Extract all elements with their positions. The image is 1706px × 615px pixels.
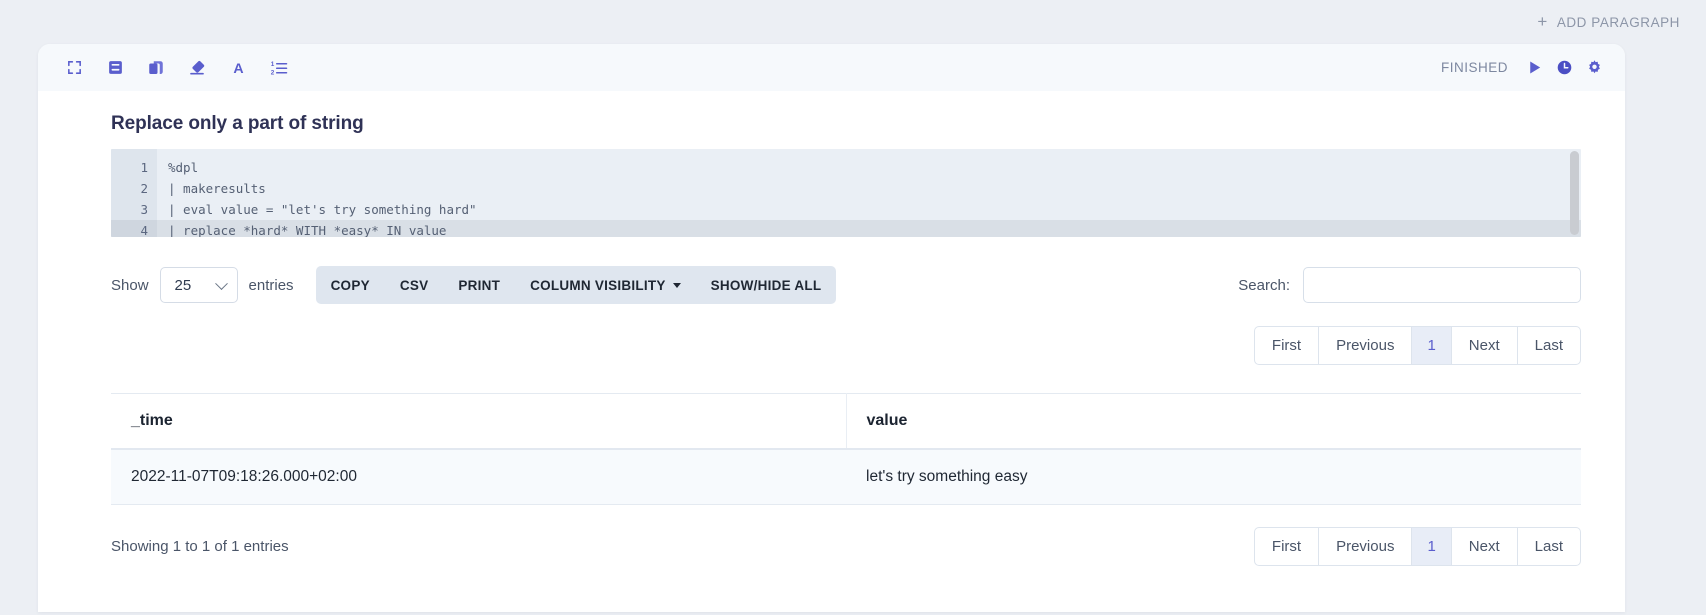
page-title: Replace only a part of string	[111, 113, 364, 134]
clock-icon[interactable]	[1556, 59, 1573, 76]
column-visibility-button[interactable]: COLUMN VISIBILITY	[515, 266, 696, 304]
add-paragraph-button[interactable]: + ADD PARAGRAPH	[1537, 11, 1680, 31]
code-line: | replace *hard* WITH *easy* IN value	[157, 220, 1581, 237]
chevron-down-icon	[214, 277, 228, 291]
paragraph-card: A 1 2 FINISHED Replace only a part of st…	[38, 44, 1625, 612]
font-icon[interactable]: A	[222, 53, 254, 83]
pagination-bottom: First Previous 1 Next Last	[1253, 527, 1581, 566]
pagination-next-bottom[interactable]: Next	[1450, 528, 1517, 565]
table-header-row: _time value	[111, 393, 1581, 450]
svg-text:1: 1	[271, 60, 275, 67]
print-button-label: PRINT	[458, 277, 501, 293]
results-table-wrapper: _time value 2022-11-07T09:18:26.000+02:0…	[111, 393, 1581, 505]
show-label: Show	[111, 276, 149, 294]
pagination-first-bottom[interactable]: First	[1255, 528, 1318, 565]
show-hide-all-button[interactable]: SHOW/HIDE ALL	[696, 266, 837, 304]
line-number: 3	[140, 202, 148, 217]
showing-entries-text: Showing 1 to 1 of 1 entries	[111, 538, 289, 555]
results-table: _time value 2022-11-07T09:18:26.000+02:0…	[111, 393, 1581, 505]
editor-gutter: 1 2 3 4	[111, 149, 157, 237]
pagination-previous-bottom[interactable]: Previous	[1318, 528, 1411, 565]
cell-time: 2022-11-07T09:18:26.000+02:00	[111, 449, 846, 505]
pagination-previous[interactable]: Previous	[1318, 327, 1411, 364]
copy-icon[interactable]	[140, 53, 172, 83]
play-icon[interactable]	[1526, 59, 1543, 76]
add-paragraph-label: ADD PARAGRAPH	[1556, 14, 1680, 30]
copy-button[interactable]: COPY	[316, 266, 385, 304]
show-entries-group: Show 25 entries	[111, 267, 294, 303]
page-size-select[interactable]: 25	[159, 267, 238, 303]
print-button[interactable]: PRINT	[443, 266, 515, 304]
paragraph-toolbar: A 1 2 FINISHED	[38, 44, 1625, 91]
column-header-time[interactable]: _time	[111, 393, 847, 450]
status-badge: FINISHED	[1440, 60, 1508, 75]
svg-text:2: 2	[271, 69, 275, 76]
line-number: 4	[111, 220, 157, 237]
table-head: _time value	[111, 393, 1581, 450]
entries-label: entries	[248, 276, 294, 294]
code-editor[interactable]: 1 2 3 4 %dpl | makeresults | eval value …	[111, 149, 1581, 237]
pagination-top: First Previous 1 Next Last	[60, 326, 1581, 365]
pagination-controls: First Previous 1 Next Last	[1253, 326, 1581, 365]
toolbar-left-group: A 1 2	[58, 53, 295, 83]
paragraph-body: Replace only a part of string 1 2 3 4 %d…	[38, 113, 1625, 566]
column-header-value[interactable]: value	[846, 393, 1581, 450]
plus-icon: +	[1537, 11, 1548, 31]
csv-button[interactable]: CSV	[385, 266, 444, 304]
search-input[interactable]	[1303, 267, 1581, 303]
table-body: 2022-11-07T09:18:26.000+02:00 let's try …	[111, 449, 1581, 505]
pagination-first[interactable]: First	[1255, 327, 1318, 364]
line-number: 2	[140, 181, 148, 196]
gear-icon[interactable]	[1586, 59, 1603, 76]
table-row: 2022-11-07T09:18:26.000+02:00 let's try …	[111, 449, 1581, 505]
toolbar-right-group: FINISHED	[1441, 59, 1603, 76]
editor-content[interactable]: %dpl | makeresults | eval value = "let's…	[157, 149, 1581, 237]
show-hide-all-label: SHOW/HIDE ALL	[710, 277, 822, 293]
page-size-value: 25	[174, 276, 192, 294]
pagination-last[interactable]: Last	[1516, 327, 1580, 364]
line-number: 1	[140, 160, 148, 175]
editor-scrollbar[interactable]	[1570, 151, 1579, 235]
pagination-page-1[interactable]: 1	[1411, 327, 1451, 364]
book-icon[interactable]	[99, 53, 131, 83]
page-topbar: + ADD PARAGRAPH	[0, 0, 1706, 44]
code-line: | eval value = "let's try something hard…	[168, 202, 477, 217]
ordered-list-icon[interactable]: 1 2	[263, 53, 295, 83]
search-label: Search:	[1238, 276, 1290, 294]
table-controls: Show 25 entries COPY CSV PRINT COLUMN VI…	[111, 266, 1581, 304]
code-line: | makeresults	[168, 181, 266, 196]
svg-text:A: A	[233, 61, 243, 76]
cell-value: let's try something easy	[846, 449, 1581, 505]
export-button-group: COPY CSV PRINT COLUMN VISIBILITY SHOW/HI…	[315, 266, 837, 304]
csv-button-label: CSV	[399, 277, 429, 293]
pagination-page-1-bottom[interactable]: 1	[1411, 528, 1451, 565]
pagination-last-bottom[interactable]: Last	[1516, 528, 1580, 565]
copy-button-label: COPY	[330, 277, 370, 293]
caret-down-icon	[672, 282, 681, 288]
pagination-next[interactable]: Next	[1450, 327, 1517, 364]
eraser-icon[interactable]	[181, 53, 213, 83]
scrollbar-thumb[interactable]	[1570, 151, 1579, 235]
code-line: %dpl	[168, 160, 199, 175]
collapse-icon[interactable]	[58, 53, 90, 83]
column-visibility-label: COLUMN VISIBILITY	[530, 277, 666, 293]
search-group: Search:	[1238, 267, 1581, 303]
table-footer: Showing 1 to 1 of 1 entries First Previo…	[111, 527, 1581, 566]
